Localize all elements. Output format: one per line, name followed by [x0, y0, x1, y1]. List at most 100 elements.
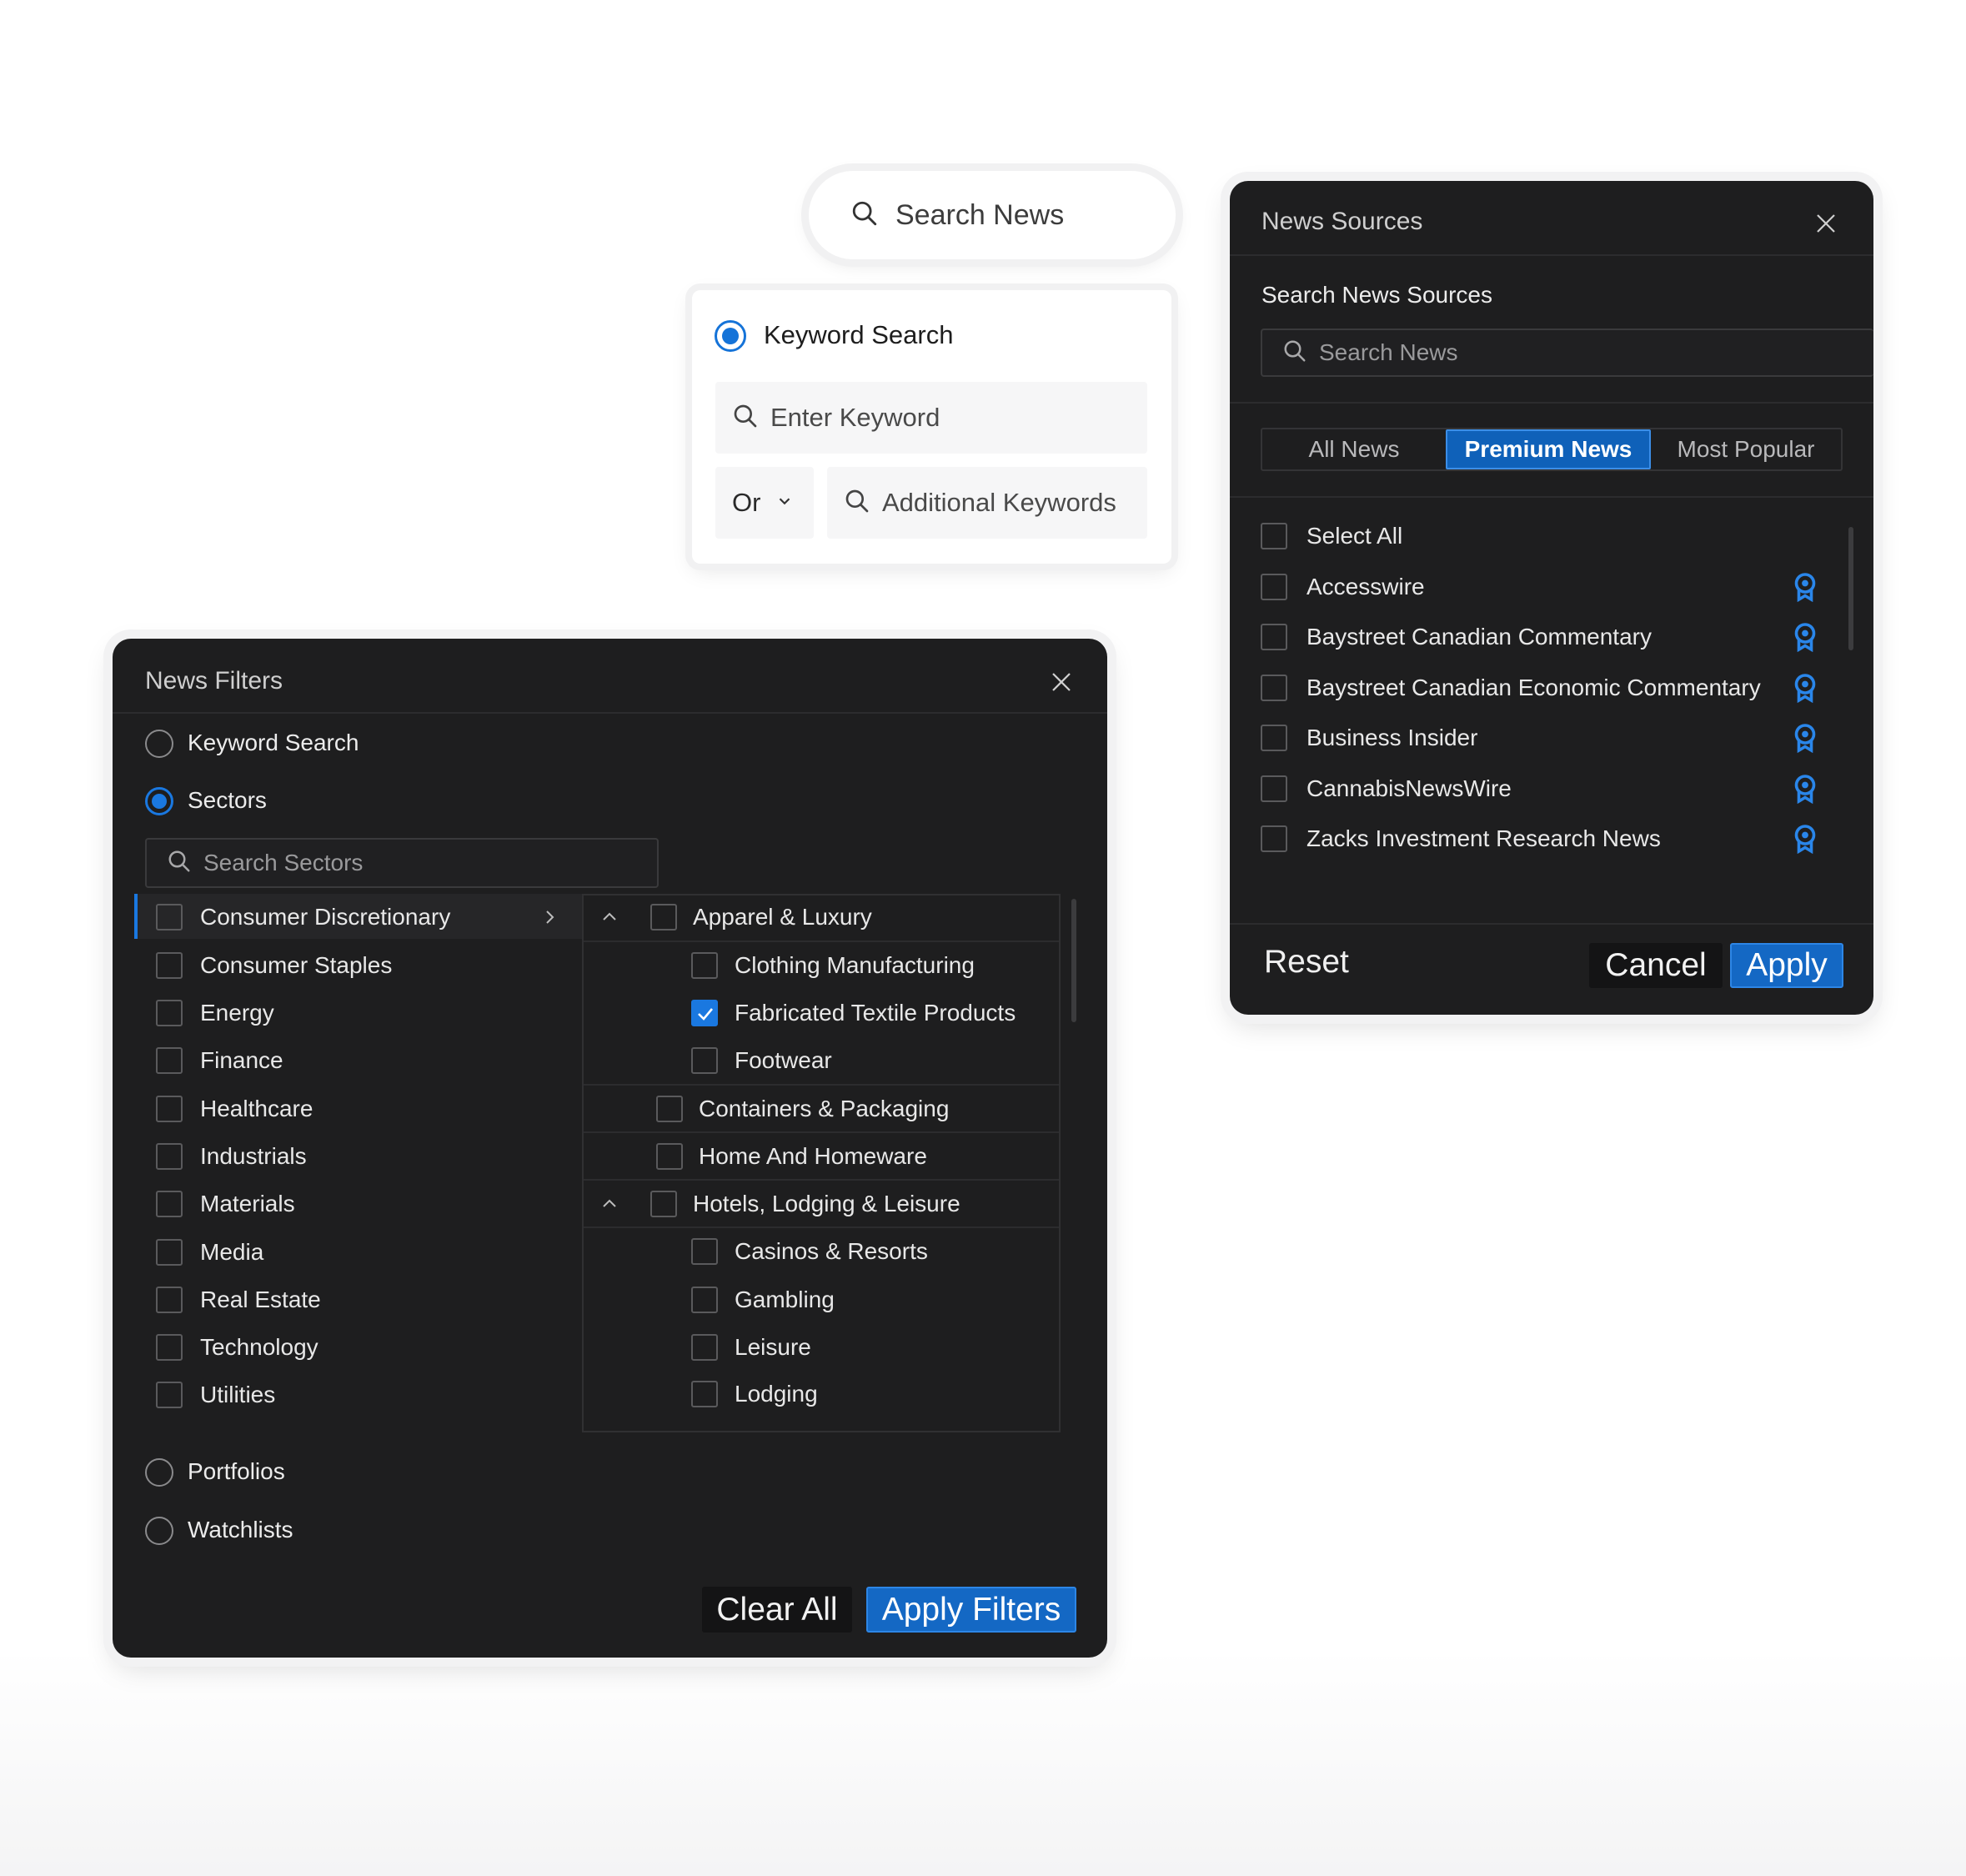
tab-most-popular[interactable]: Most Popular: [1651, 429, 1841, 469]
source-checkbox[interactable]: [1261, 825, 1287, 852]
sectors-search-input[interactable]: Search Sectors: [145, 838, 659, 888]
news-search-pill[interactable]: Search News: [809, 171, 1176, 259]
sector-label: Real Estate: [200, 1287, 321, 1312]
additional-keywords-placeholder: Additional Keywords: [882, 488, 1116, 517]
apply-button[interactable]: Apply: [1730, 943, 1843, 988]
tab-all-news[interactable]: All News: [1262, 429, 1446, 469]
watchlists-radio[interactable]: [145, 1517, 173, 1545]
source-label: Accesswire: [1306, 574, 1425, 599]
subsector-label: Footwear: [735, 1047, 832, 1073]
subsector-checkbox[interactable]: [650, 904, 677, 930]
select-all-checkbox[interactable]: [1261, 523, 1287, 549]
sources-search-placeholder: Search News: [1319, 339, 1458, 365]
clear-all-button[interactable]: Clear All: [702, 1587, 852, 1633]
search-icon: [850, 199, 879, 232]
news-sources-title: News Sources: [1261, 208, 1423, 235]
sector-checkbox[interactable]: [156, 1096, 183, 1122]
divider: [584, 941, 1059, 942]
search-sources-label: Search News Sources: [1261, 282, 1493, 308]
chevron-right-icon[interactable]: [539, 905, 559, 933]
sector-label: Energy: [200, 1000, 274, 1026]
sector-checkbox[interactable]: [156, 904, 183, 930]
source-checkbox[interactable]: [1261, 574, 1287, 600]
subsectors-panel: Apparel & Luxury Clothing Manufacturing …: [582, 894, 1061, 1432]
premium-ribbon-icon: [1793, 572, 1818, 606]
divider: [584, 1084, 1059, 1086]
sector-label: Consumer Staples: [200, 952, 393, 978]
cancel-button[interactable]: Cancel: [1589, 943, 1723, 988]
search-icon: [732, 403, 759, 434]
keyword-input[interactable]: Enter Keyword: [715, 382, 1147, 454]
sector-label: Technology: [200, 1334, 318, 1360]
reset-button[interactable]: Reset: [1264, 944, 1349, 981]
mode-label: Watchlists: [188, 1517, 293, 1542]
divider: [113, 712, 1107, 714]
sector-label: Media: [200, 1239, 264, 1265]
subsector-checkbox[interactable]: [656, 1096, 683, 1122]
sector-checkbox[interactable]: [156, 1334, 183, 1361]
sources-scrollbar[interactable]: [1848, 527, 1853, 650]
subsector-checkbox[interactable]: [691, 1381, 718, 1407]
subsectors-scrollbar[interactable]: [1071, 899, 1076, 1022]
sector-checkbox[interactable]: [156, 1000, 183, 1026]
sector-label: Finance: [200, 1047, 283, 1073]
keyword-search-radio[interactable]: [715, 320, 746, 352]
subsector-checkbox[interactable]: [691, 1238, 718, 1265]
sector-checkbox[interactable]: [156, 1191, 183, 1217]
subsector-label: Casinos & Resorts: [735, 1238, 928, 1264]
keyword-search-card: Keyword Search Enter Keyword Or Addition…: [692, 290, 1171, 564]
sector-checkbox[interactable]: [156, 952, 183, 979]
sector-label: Materials: [200, 1191, 295, 1216]
chevron-up-icon[interactable]: [599, 907, 620, 931]
source-checkbox[interactable]: [1261, 725, 1287, 751]
sector-checkbox[interactable]: [156, 1382, 183, 1408]
subsector-checkbox[interactable]: [691, 1287, 718, 1313]
divider: [1230, 254, 1873, 256]
apply-filters-button[interactable]: Apply Filters: [866, 1587, 1076, 1633]
chevron-up-icon[interactable]: [599, 1194, 620, 1218]
additional-keywords-input[interactable]: Additional Keywords: [827, 467, 1147, 539]
close-icon[interactable]: [1813, 211, 1838, 240]
sector-label: Consumer Discretionary: [200, 904, 451, 930]
subsector-label: Leisure: [735, 1334, 811, 1360]
operator-select[interactable]: Or: [715, 467, 814, 539]
sector-checkbox[interactable]: [156, 1239, 183, 1266]
source-checkbox[interactable]: [1261, 775, 1287, 802]
subsector-label: Hotels, Lodging & Leisure: [693, 1191, 960, 1216]
subsector-label: Apparel & Luxury: [693, 904, 872, 930]
sources-search-input[interactable]: Search News: [1261, 329, 1873, 377]
source-label: Baystreet Canadian Commentary: [1306, 624, 1652, 650]
search-icon: [167, 849, 192, 878]
premium-ribbon-icon: [1793, 774, 1818, 808]
search-pill-placeholder: Search News: [895, 198, 1065, 231]
subsector-checkbox-checked[interactable]: [691, 1000, 718, 1026]
sector-checkbox[interactable]: [156, 1287, 183, 1313]
divider: [584, 1131, 1059, 1133]
source-checkbox[interactable]: [1261, 675, 1287, 701]
keyword-input-placeholder: Enter Keyword: [770, 403, 940, 432]
portfolios-radio[interactable]: [145, 1458, 173, 1487]
mode-label: Sectors: [188, 787, 267, 813]
sector-label: Industrials: [200, 1143, 307, 1169]
subsector-label: Containers & Packaging: [699, 1096, 950, 1121]
premium-ribbon-icon: [1793, 824, 1818, 858]
subsector-checkbox[interactable]: [691, 1334, 718, 1361]
sector-label: Utilities: [200, 1382, 276, 1407]
tab-premium-news[interactable]: Premium News: [1446, 429, 1651, 469]
sector-checkbox[interactable]: [156, 1047, 183, 1074]
operator-value: Or: [732, 488, 761, 517]
mode-label: Portfolios: [188, 1458, 285, 1484]
subsector-checkbox[interactable]: [656, 1143, 683, 1170]
source-checkbox[interactable]: [1261, 624, 1287, 650]
keyword-search-radio[interactable]: [145, 730, 173, 758]
news-sources-panel: News Sources Search News Sources Search …: [1230, 181, 1873, 1015]
sector-checkbox[interactable]: [156, 1143, 183, 1170]
subsector-checkbox[interactable]: [691, 952, 718, 979]
sectors-radio[interactable]: [145, 787, 173, 815]
subsector-checkbox[interactable]: [691, 1047, 718, 1074]
close-icon[interactable]: [1049, 670, 1074, 699]
subsector-checkbox[interactable]: [650, 1191, 677, 1217]
subsector-label: Gambling: [735, 1287, 835, 1312]
divider: [584, 1226, 1059, 1228]
divider: [1230, 402, 1873, 404]
